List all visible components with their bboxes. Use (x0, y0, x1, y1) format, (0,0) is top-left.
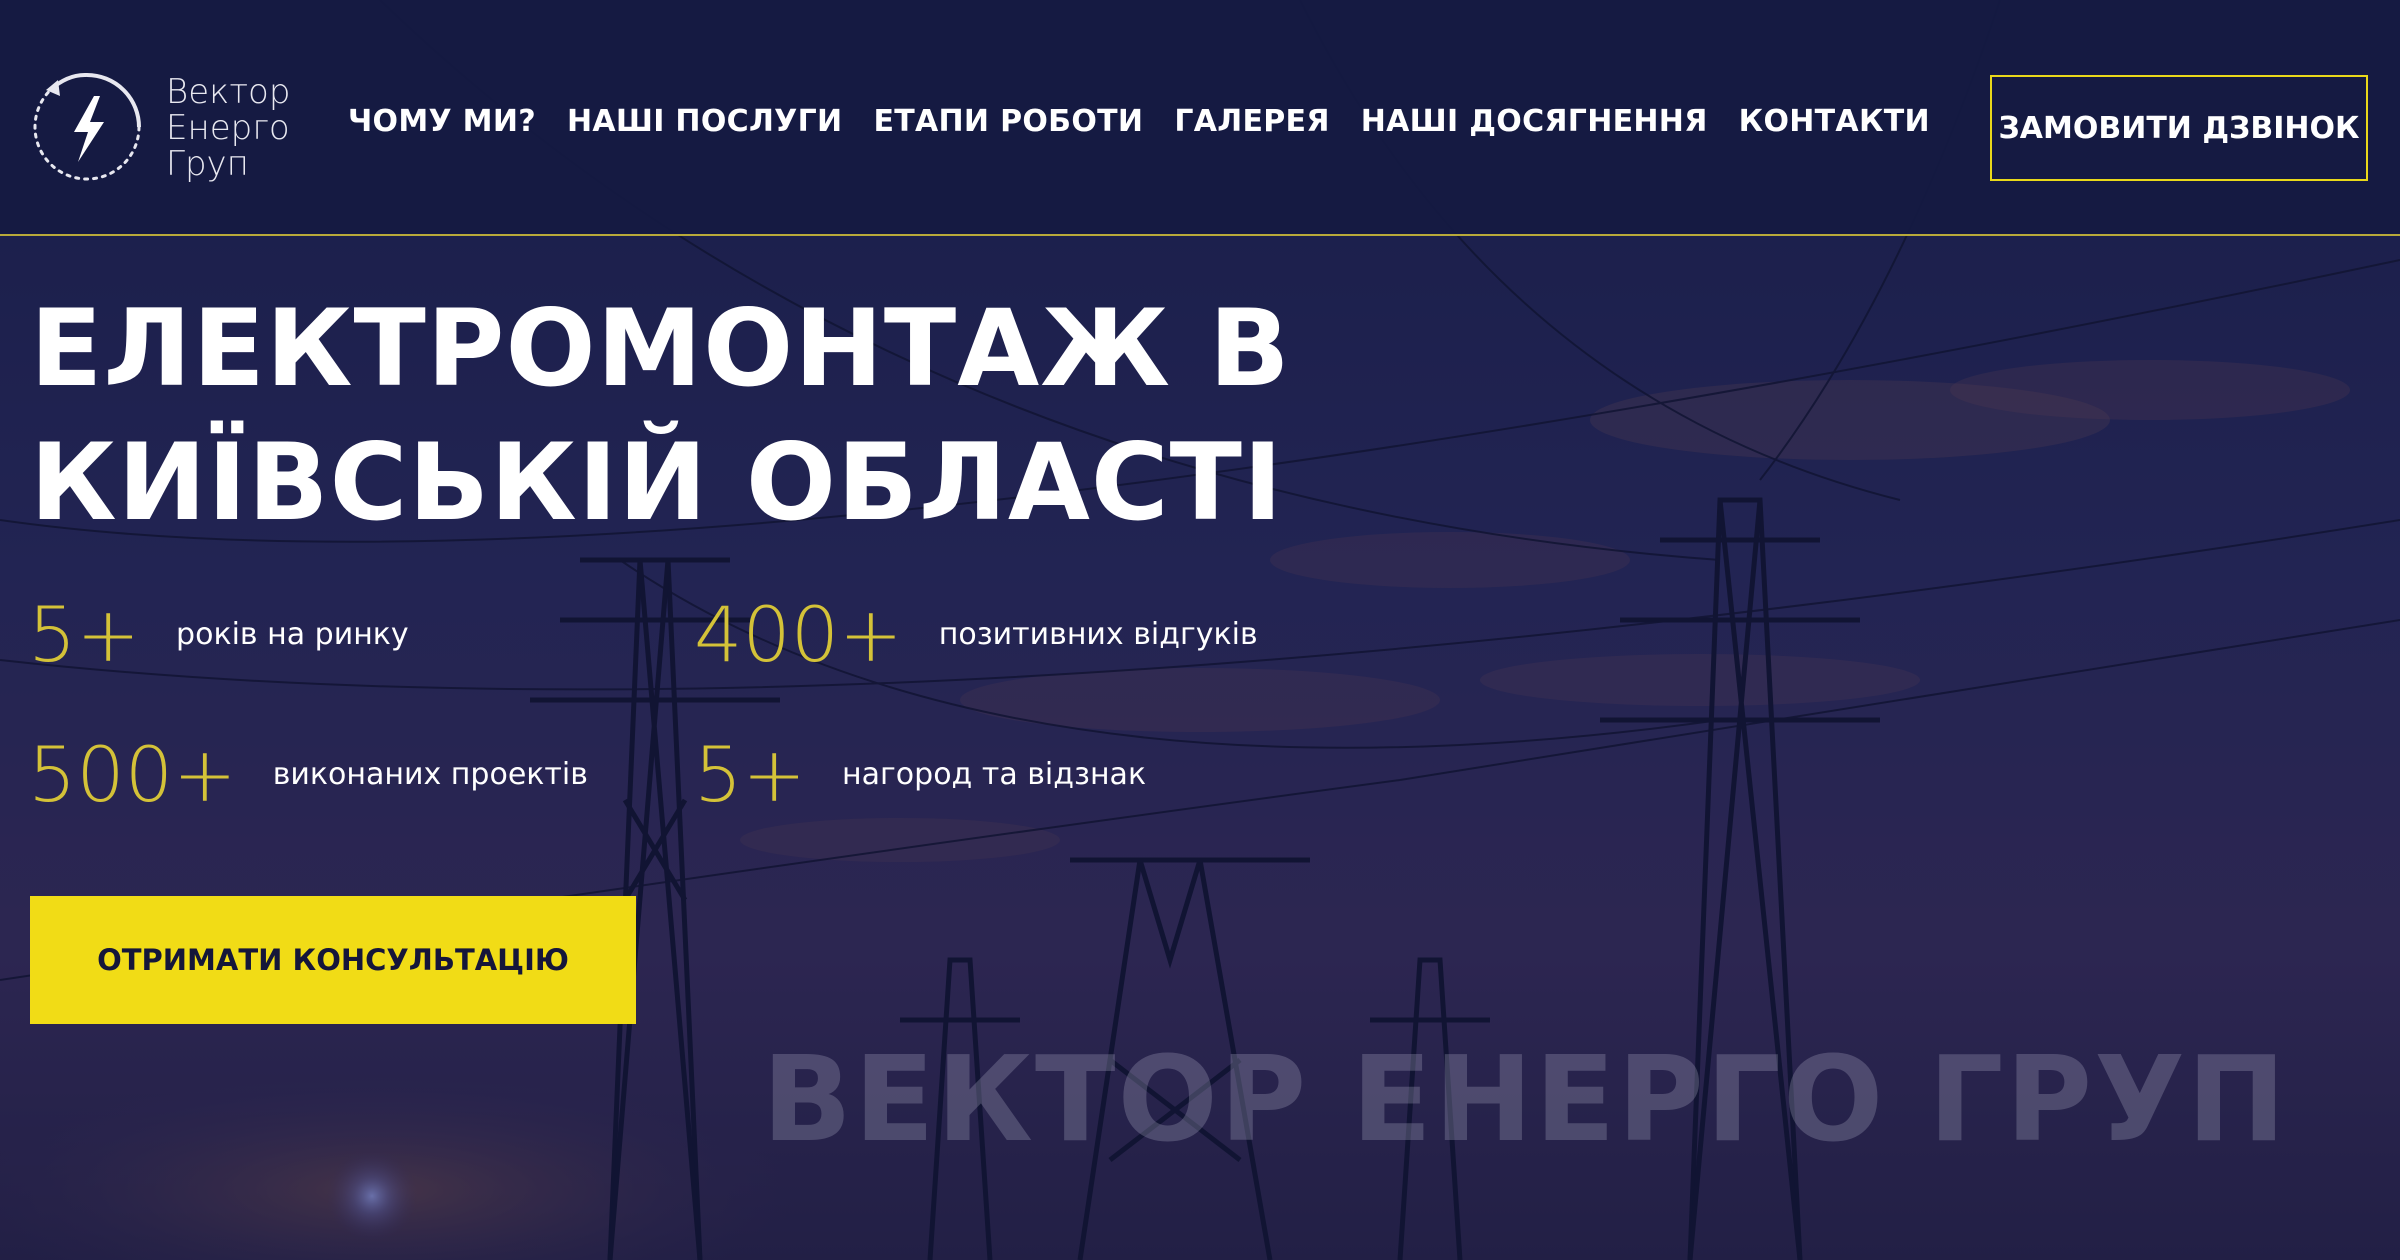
hero-title: ЕЛЕКТРОМОНТАЖ В КИЇВСЬКІЙ ОБЛАСТІ (30, 282, 1291, 550)
main-nav: ЧОМУ МИ? НАШІ ПОСЛУГИ ЕТАПИ РОБОТИ ГАЛЕР… (348, 104, 1930, 139)
brand-logo[interactable]: Вектор Енерго Груп (28, 68, 308, 188)
order-call-button[interactable]: ЗАМОВИТИ ДЗВІНОК (1990, 75, 2368, 181)
stat-value: 500+ (28, 730, 237, 819)
stat-label: років на ринку (176, 617, 409, 652)
site-header: Вектор Енерго Груп ЧОМУ МИ? НАШІ ПОСЛУГИ… (0, 0, 2400, 236)
brand-name: Вектор Енерго Груп (166, 74, 290, 182)
nav-item-why-us[interactable]: ЧОМУ МИ? (348, 104, 536, 139)
nav-item-achievements[interactable]: НАШІ ДОСЯГНЕННЯ (1361, 104, 1708, 139)
hero-title-line-1: ЕЛЕКТРОМОНТАЖ В (30, 287, 1291, 410)
brand-name-line-2: Енерго (166, 108, 290, 148)
brand-name-line-3: Груп (166, 144, 249, 184)
nav-item-gallery[interactable]: ГАЛЕРЕЯ (1174, 104, 1329, 139)
nav-item-services[interactable]: НАШІ ПОСЛУГИ (567, 104, 843, 139)
stat-value: 5+ (28, 590, 141, 679)
nav-item-contacts[interactable]: КОНТАКТИ (1739, 104, 1930, 139)
hero-title-line-2: КИЇВСЬКІЙ ОБЛАСТІ (30, 421, 1284, 544)
lightning-circle-icon (33, 72, 141, 181)
stat-reviews: 400+ позитивних відгуків (694, 590, 1258, 679)
stat-label: нагород та відзнак (842, 757, 1147, 792)
stat-projects: 500+ виконаних проектів (28, 730, 588, 819)
stat-label: виконаних проектів (272, 757, 588, 792)
stat-years: 5+ років на ринку (28, 590, 409, 679)
get-consultation-button[interactable]: ОТРИМАТИ КОНСУЛЬТАЦІЮ (30, 896, 636, 1024)
brand-name-line-1: Вектор (166, 72, 291, 112)
stat-value: 5+ (694, 730, 807, 819)
stat-label: позитивних відгуків (938, 617, 1258, 652)
nav-item-work-stages[interactable]: ЕТАПИ РОБОТИ (873, 104, 1143, 139)
stat-value: 400+ (694, 590, 903, 679)
stat-awards: 5+ нагород та відзнак (694, 730, 1146, 819)
brand-watermark: ВЕКТОР ЕНЕРГО ГРУП (762, 1030, 2288, 1168)
